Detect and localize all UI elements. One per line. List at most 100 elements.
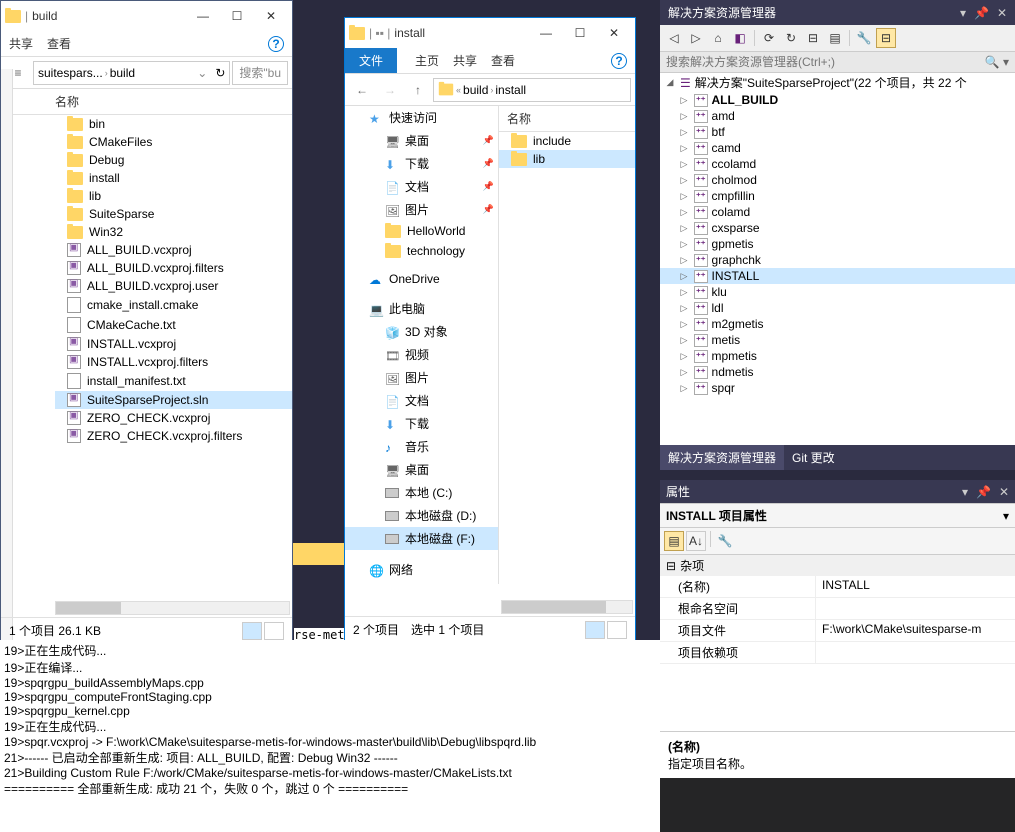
- sidebar-item[interactable]: 🖥桌面: [345, 458, 498, 481]
- expand-icon[interactable]: ▷: [678, 127, 690, 138]
- maximize-button[interactable]: ☐: [563, 19, 597, 47]
- sidebar-item[interactable]: 🧊3D 对象: [345, 320, 498, 343]
- sync-button[interactable]: ⟳: [759, 28, 779, 48]
- sidebar-item[interactable]: 本地磁盘 (D:): [345, 504, 498, 527]
- project-node[interactable]: ▷⁺⁺ cxsparse: [660, 220, 1015, 236]
- close-button[interactable]: ✕: [597, 19, 631, 47]
- pin-icon[interactable]: 📌: [976, 485, 991, 499]
- property-row[interactable]: (名称)INSTALL: [660, 576, 1015, 598]
- sidebar-item[interactable]: HelloWorld: [345, 221, 498, 241]
- expand-icon[interactable]: ▷: [678, 239, 690, 250]
- expand-icon[interactable]: ▷: [678, 383, 690, 394]
- expand-icon[interactable]: ▷: [678, 175, 690, 186]
- tab-share[interactable]: 共享: [453, 52, 477, 69]
- file-item[interactable]: ALL_BUILD.vcxproj: [55, 241, 292, 259]
- expand-icon[interactable]: ▷: [678, 191, 690, 202]
- project-node[interactable]: ▷⁺⁺ ldl: [660, 300, 1015, 316]
- property-value[interactable]: [815, 598, 1015, 619]
- sidebar-item[interactable]: 本地 (C:): [345, 481, 498, 504]
- sidebar-item[interactable]: 📄文档: [345, 389, 498, 412]
- search-box[interactable]: 搜索"bu: [232, 61, 288, 85]
- project-node[interactable]: ▷⁺⁺ ndmetis: [660, 364, 1015, 380]
- expand-icon[interactable]: ▷: [678, 159, 690, 170]
- sidebar-item[interactable]: technology: [345, 241, 498, 261]
- bc-seg[interactable]: suitespars...: [38, 66, 103, 80]
- preview-toggle[interactable]: ⊟: [876, 28, 896, 48]
- hscrollbar[interactable]: [55, 601, 290, 615]
- solution-explorer-header[interactable]: 解决方案资源管理器 ▾ 📌 ✕: [660, 0, 1015, 25]
- file-item[interactable]: CMakeFiles: [55, 133, 292, 151]
- file-item[interactable]: ALL_BUILD.vcxproj.user: [55, 277, 292, 295]
- expand-icon[interactable]: ▷: [678, 351, 690, 362]
- back-button[interactable]: ◁: [664, 28, 684, 48]
- expand-icon[interactable]: ▷: [678, 223, 690, 234]
- close-icon[interactable]: ✕: [997, 6, 1007, 20]
- refresh-button[interactable]: ↻: [781, 28, 801, 48]
- tab-file[interactable]: 文件: [345, 48, 397, 73]
- tab-share[interactable]: 共享: [9, 35, 33, 52]
- tab-solution-explorer[interactable]: 解决方案资源管理器: [660, 445, 784, 470]
- maximize-button[interactable]: ☐: [220, 2, 254, 30]
- bc-seg[interactable]: build: [463, 83, 488, 97]
- project-node[interactable]: ▷⁺⁺ metis: [660, 332, 1015, 348]
- view-details-button[interactable]: [585, 621, 605, 639]
- project-node[interactable]: ▷⁺⁺ colamd: [660, 204, 1015, 220]
- tab-view[interactable]: 查看: [47, 35, 71, 52]
- file-item[interactable]: lib: [499, 150, 635, 168]
- file-item[interactable]: INSTALL.vcxproj.filters: [55, 353, 292, 371]
- switch-button[interactable]: ◧: [730, 28, 750, 48]
- project-node[interactable]: ▷⁺⁺ ALL_BUILD: [660, 92, 1015, 108]
- bc-dropdown[interactable]: ⌄: [197, 66, 207, 80]
- search-icon[interactable]: 🔍 ▾: [985, 55, 1009, 69]
- titlebar[interactable]: | ▪▪ | install — ☐ ✕: [345, 18, 635, 48]
- tab-home[interactable]: 主页: [415, 52, 439, 69]
- show-all-button[interactable]: ▤: [825, 28, 845, 48]
- expand-icon[interactable]: ▷: [678, 287, 690, 298]
- project-node[interactable]: ▷⁺⁺ gpmetis: [660, 236, 1015, 252]
- column-header[interactable]: 名称: [499, 106, 635, 132]
- sidebar-item[interactable]: 🎞视频: [345, 343, 498, 366]
- expand-icon[interactable]: ▷: [678, 111, 690, 122]
- sidebar-item[interactable]: 🖼图片: [345, 366, 498, 389]
- sidebar-item[interactable]: 🖥桌面📌: [345, 129, 498, 152]
- project-node[interactable]: ▷⁺⁺ spqr: [660, 380, 1015, 396]
- property-value[interactable]: F:\work\CMake\suitesparse-m: [815, 620, 1015, 641]
- sidebar-item[interactable]: 🌐网络: [345, 558, 498, 581]
- close-button[interactable]: ✕: [254, 2, 288, 30]
- collapse-button[interactable]: ⊟: [803, 28, 823, 48]
- property-row[interactable]: 根命名空间: [660, 598, 1015, 620]
- property-value[interactable]: [815, 642, 1015, 663]
- alpha-button[interactable]: A↓: [686, 531, 706, 551]
- file-item[interactable]: ZERO_CHECK.vcxproj.filters: [55, 427, 292, 445]
- project-node[interactable]: ▷⁺⁺ cholmod: [660, 172, 1015, 188]
- project-node[interactable]: ▷⁺⁺ camd: [660, 140, 1015, 156]
- tab-view[interactable]: 查看: [491, 52, 515, 69]
- project-node[interactable]: ▷⁺⁺ ccolamd: [660, 156, 1015, 172]
- col-name-header[interactable]: 名称: [55, 93, 79, 110]
- file-item[interactable]: lib: [55, 187, 292, 205]
- pin-icon[interactable]: 📌: [974, 6, 989, 20]
- breadcrumb[interactable]: suitespars... › build ⌄ ↻: [33, 61, 230, 85]
- up-button[interactable]: ↑: [405, 77, 431, 103]
- sidebar-item[interactable]: ★快速访问: [345, 106, 498, 129]
- column-header[interactable]: 名称: [1, 89, 292, 115]
- file-item[interactable]: bin: [55, 115, 292, 133]
- sidebar-item[interactable]: ☁OneDrive: [345, 269, 498, 289]
- project-node[interactable]: ▷⁺⁺ cmpfillin: [660, 188, 1015, 204]
- minimize-button[interactable]: —: [186, 2, 220, 30]
- file-item[interactable]: ZERO_CHECK.vcxproj: [55, 409, 292, 427]
- project-node[interactable]: ▷⁺⁺ graphchk: [660, 252, 1015, 268]
- property-row[interactable]: 项目依赖项: [660, 642, 1015, 664]
- expand-icon[interactable]: ▷: [678, 271, 690, 282]
- wrench-button[interactable]: 🔧: [715, 531, 735, 551]
- property-category[interactable]: ⊟ 杂项: [660, 555, 1015, 576]
- close-icon[interactable]: ✕: [999, 485, 1009, 499]
- sidebar-item[interactable]: ♪音乐: [345, 435, 498, 458]
- properties-object-selector[interactable]: INSTALL 项目属性 ▾: [660, 504, 1015, 528]
- file-item[interactable]: cmake_install.cmake: [55, 295, 292, 315]
- forward-button[interactable]: ▷: [686, 28, 706, 48]
- file-item[interactable]: include: [499, 132, 635, 150]
- expand-icon[interactable]: ▷: [678, 255, 690, 266]
- search-input[interactable]: [666, 55, 985, 69]
- home-button[interactable]: ⌂: [708, 28, 728, 48]
